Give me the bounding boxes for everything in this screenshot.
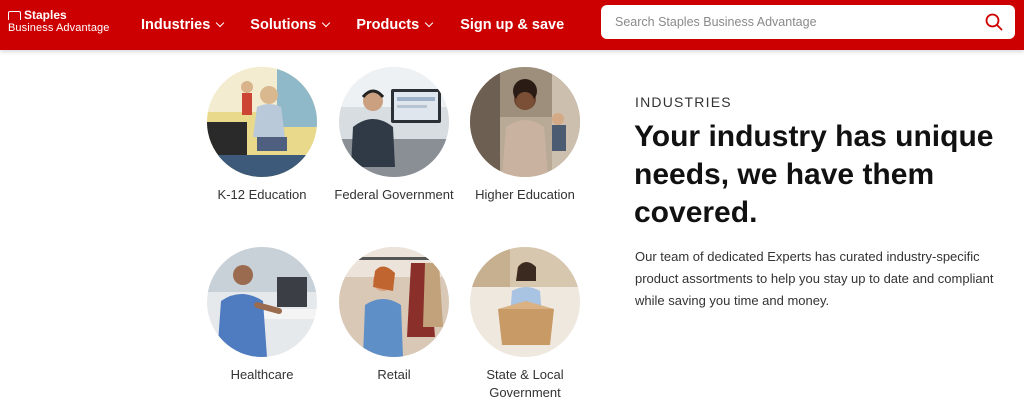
signup-link[interactable]: Sign up & save [460, 17, 564, 33]
higher-education-photo [470, 67, 580, 177]
state-local-government-photo [470, 247, 580, 357]
staples-logo[interactable]: Staples Business Advantage [8, 9, 109, 34]
nav-solutions[interactable]: Solutions [250, 17, 331, 33]
logo-subtext: Business Advantage [8, 22, 110, 34]
retail-photo [339, 247, 449, 357]
industry-label: K-12 Education [217, 187, 307, 202]
industry-label: Higher Education [475, 187, 575, 202]
chevron-down-icon [216, 18, 225, 28]
chevron-down-icon [322, 18, 331, 28]
section-description: Our team of dedicated Experts has curate… [635, 249, 994, 308]
industry-tile-retail[interactable]: Retail [324, 247, 464, 384]
industry-tile-healthcare[interactable]: Healthcare [192, 247, 332, 384]
nav-industries-label: Industries [141, 17, 211, 33]
nav-industries[interactable]: Industries [141, 17, 225, 33]
logo-text: Staples [24, 8, 67, 22]
search-icon[interactable] [979, 7, 1009, 37]
industry-tile-federal[interactable]: Federal Government [324, 67, 464, 204]
top-header: Staples Business Advantage Industries So… [0, 0, 1024, 50]
search-input[interactable] [601, 5, 979, 39]
page-title: Your industry has unique needs, we have … [634, 120, 994, 229]
industry-tile-higher-ed[interactable]: Higher Education [455, 67, 595, 204]
section-eyebrow: INDUSTRIES [635, 94, 732, 110]
healthcare-photo [207, 247, 317, 357]
industry-tile-k12[interactable]: K-12 Education [192, 67, 332, 204]
industry-label: State & Local Government [486, 367, 564, 400]
industry-label: Healthcare [230, 367, 294, 382]
nav-solutions-label: Solutions [250, 17, 317, 33]
search-bar [601, 5, 1015, 39]
industry-label: Retail [377, 367, 411, 382]
k12-education-photo [207, 67, 317, 177]
nav-products[interactable]: Products [356, 17, 434, 33]
chevron-down-icon [424, 18, 434, 28]
industry-tile-state-local[interactable]: State & Local Government [455, 247, 595, 402]
industry-label: Federal Government [334, 187, 454, 202]
federal-government-photo [339, 67, 449, 177]
staples-logo-icon [8, 10, 21, 20]
main-nav: Industries Solutions Products Sign up & … [141, 0, 564, 50]
nav-products-label: Products [356, 17, 420, 33]
